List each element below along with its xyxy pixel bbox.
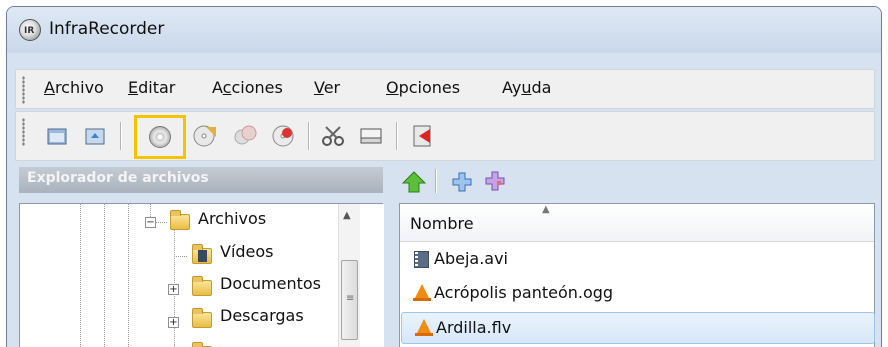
tree-item-label: Descargas: [220, 306, 304, 325]
tree-guide: [80, 204, 81, 347]
tree-guide: [156, 222, 168, 223]
tree-item-label: Vídeos: [220, 242, 274, 261]
app-icon: IR: [19, 19, 41, 41]
burn-image-icon: [149, 126, 171, 148]
expand-icon[interactable]: +: [168, 284, 179, 295]
file-name: Ardilla.flv: [436, 318, 512, 337]
file-name: Acrópolis panteón.ogg: [434, 283, 614, 302]
fixate-disc-button[interactable]: [268, 121, 298, 151]
new-project-button[interactable]: [42, 121, 72, 151]
file-list: ▲ Nombre Abeja.avi Acrópolis panteón.ogg…: [399, 203, 875, 347]
toolbar-grip[interactable]: [22, 118, 25, 146]
add-all-button[interactable]: [481, 167, 511, 197]
tree-guide: [128, 204, 129, 347]
title-bar[interactable]: IR InfraRecorder: [7, 7, 881, 53]
vlc-icon: [415, 319, 433, 337]
tree-item-label: Archivos: [198, 209, 267, 228]
disc-info-button[interactable]: [356, 121, 386, 151]
window-title: InfraRecorder: [49, 19, 165, 39]
erase-disc-button[interactable]: [230, 121, 260, 151]
open-project-button[interactable]: [80, 121, 110, 151]
tree-item-label: Documentos: [220, 274, 322, 293]
menu-bar: Archivo Editar Acciones Ver Opciones Ayu…: [15, 69, 875, 109]
tree-guide: [174, 256, 188, 257]
scroll-up-arrow-icon[interactable]: ▲: [343, 210, 351, 221]
toolbar-separator: [120, 122, 121, 150]
add-button[interactable]: [447, 167, 477, 197]
vlc-icon: [413, 284, 431, 302]
sort-ascending-icon: ▲: [542, 204, 550, 215]
menu-opciones[interactable]: Opciones: [386, 78, 460, 97]
explorer-header: Explorador de archivos: [19, 167, 383, 193]
app-window: IR InfraRecorder Archivo Editar Acciones…: [6, 6, 882, 347]
toolbar-separator: [396, 122, 397, 150]
file-row[interactable]: Acrópolis panteón.ogg: [400, 278, 874, 310]
expand-icon[interactable]: +: [168, 317, 179, 328]
menu-ayuda[interactable]: Ayuda: [502, 78, 551, 97]
disc-info-icon: [360, 128, 382, 144]
exit-icon: [413, 125, 431, 147]
column-header-nombre[interactable]: ▲ Nombre: [400, 204, 874, 242]
folder-tree: − Archivos Vídeos + Documentos + Descarg…: [19, 203, 384, 347]
exit-button[interactable]: [408, 121, 438, 151]
menu-editar[interactable]: Editar: [128, 78, 175, 97]
menu-ver[interactable]: Ver: [314, 78, 340, 97]
up-folder-icon: [401, 171, 427, 193]
file-row-selected[interactable]: Ardilla.flv: [401, 312, 875, 344]
menu-archivo[interactable]: Archivo: [44, 78, 104, 97]
add-all-icon: [485, 171, 505, 191]
tree-scrollbar[interactable]: ▲ ≡: [338, 204, 360, 347]
tree-guide: [104, 204, 105, 347]
toolbar-separator: [435, 169, 436, 193]
fixate-disc-icon: [272, 125, 294, 147]
open-project-icon: [85, 128, 105, 145]
copy-disc-icon: [193, 125, 216, 147]
column-label: Nombre: [410, 214, 474, 233]
main-toolbar: [15, 111, 875, 161]
film-strip-icon: [198, 250, 207, 262]
new-project-icon: [47, 128, 67, 145]
scrollbar-thumb[interactable]: ≡: [341, 260, 358, 340]
menubar-grip[interactable]: [22, 76, 25, 104]
documents-folder-icon: [192, 276, 212, 296]
file-name: Abeja.avi: [434, 249, 508, 268]
collapse-icon[interactable]: −: [145, 217, 156, 228]
main-area: Explorador de archivos − Archivos Vídeos…: [15, 163, 875, 347]
tracks-icon: [322, 126, 344, 146]
file-toolbar: [395, 167, 795, 197]
erase-disc-icon: [234, 125, 257, 145]
copy-disc-button[interactable]: [190, 121, 220, 151]
downloads-folder-icon: [192, 308, 212, 328]
menu-acciones[interactable]: Acciones: [212, 78, 283, 97]
folder-icon: [170, 210, 190, 230]
up-folder-button[interactable]: [399, 167, 429, 197]
add-icon: [452, 172, 472, 192]
burn-image-button[interactable]: [134, 115, 186, 159]
file-row[interactable]: Abeja.avi: [400, 244, 874, 276]
tracks-button[interactable]: [318, 121, 348, 151]
video-file-icon: [414, 251, 430, 269]
tree-pane-edge: [360, 204, 384, 347]
toolbar-separator: [308, 122, 309, 150]
